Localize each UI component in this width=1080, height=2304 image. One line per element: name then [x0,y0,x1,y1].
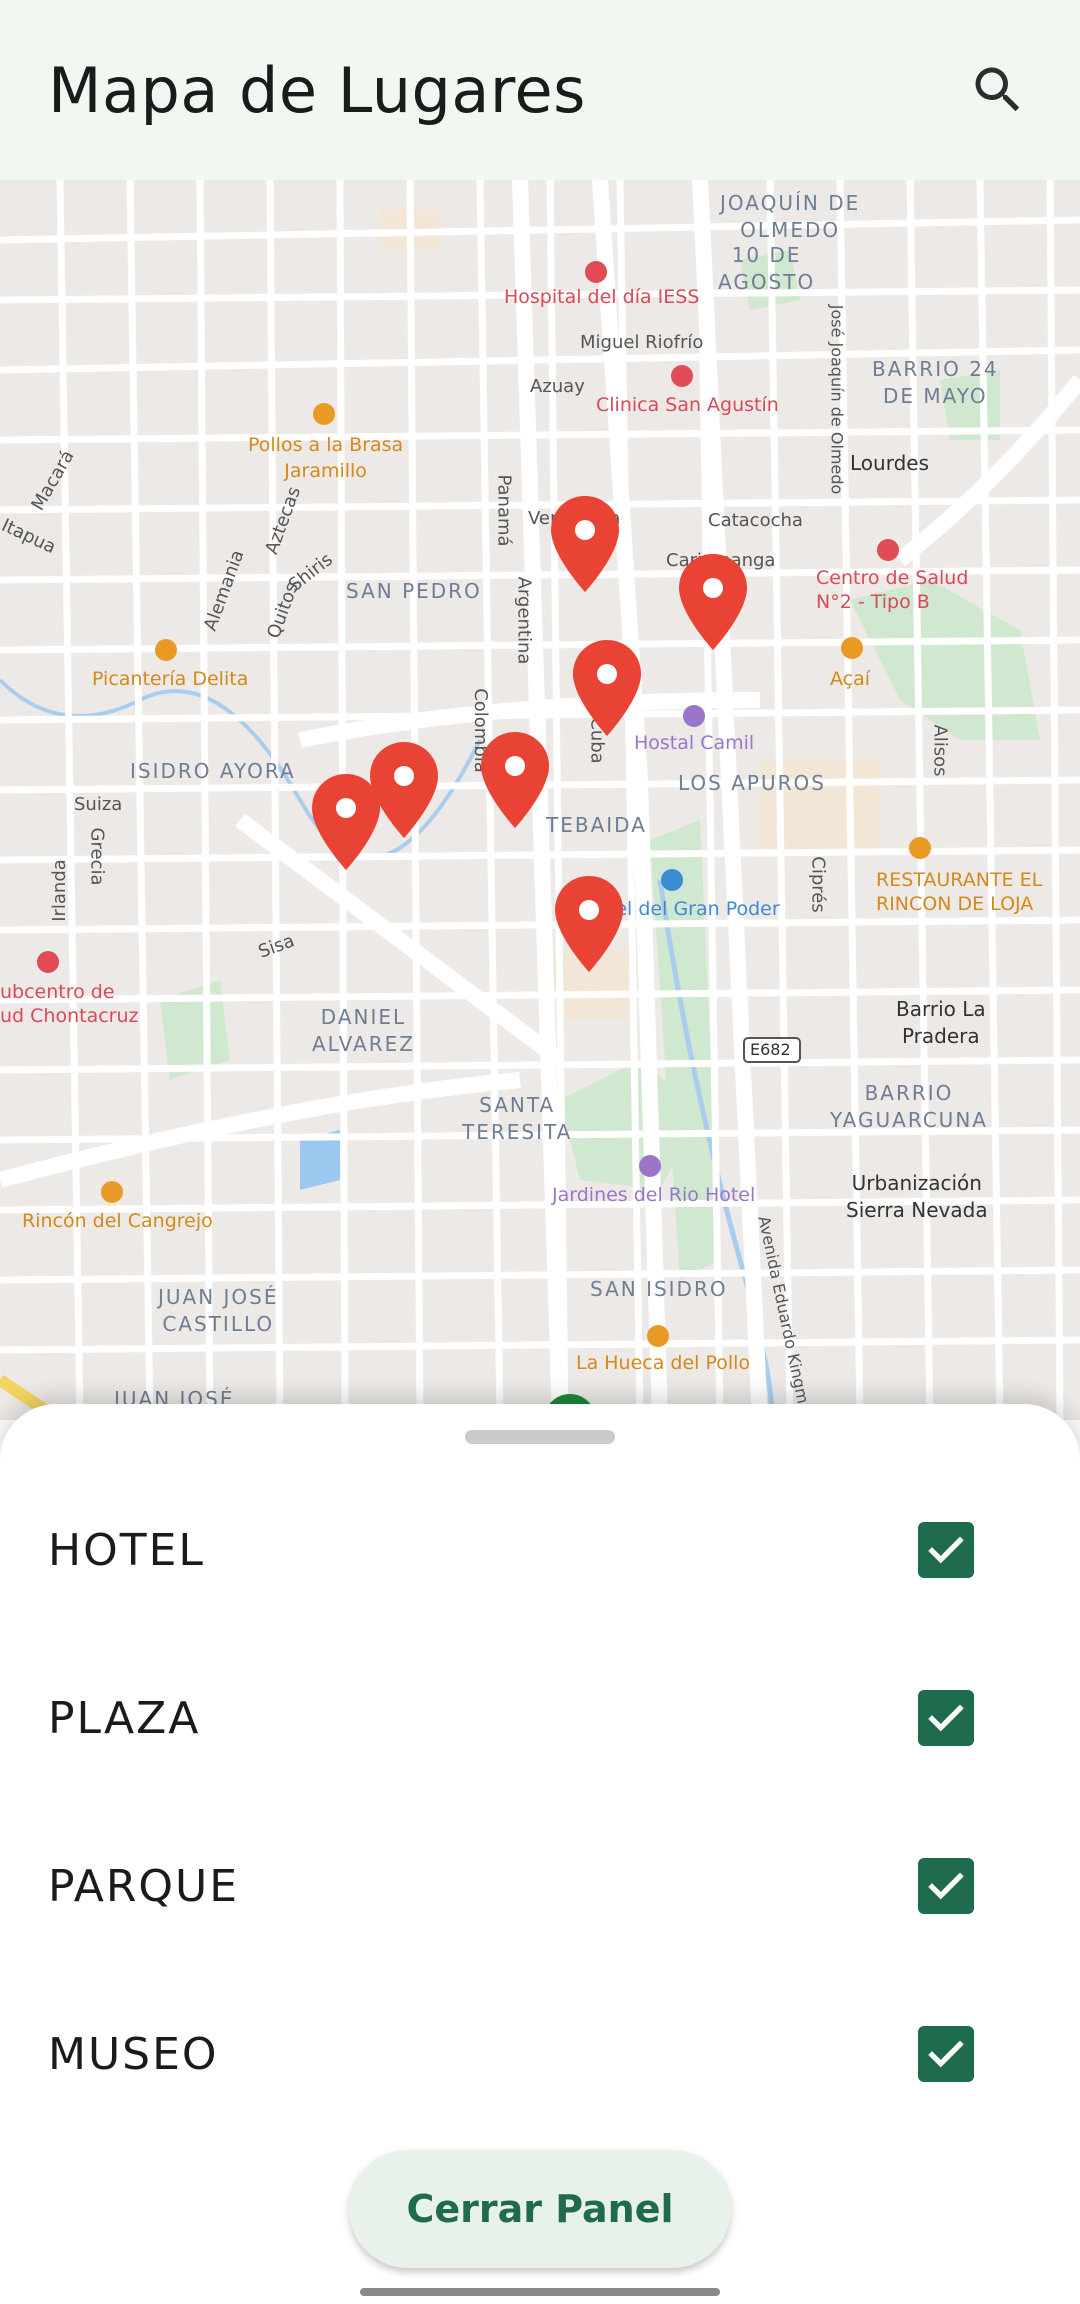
check-icon [928,1704,964,1732]
place-label: La Hueca del Pollo [576,1352,751,1374]
street-label: Argentina [513,576,535,665]
filter-label: PARQUE [48,1860,240,1912]
filter-label: HOTEL [48,1524,205,1576]
check-icon [928,1536,964,1564]
place-label: Hostal Camil [634,732,755,754]
place-label: Catacocha [708,510,803,531]
place-label: Azuay [530,376,585,397]
hotel-checkbox[interactable] [918,1522,974,1578]
map-marker[interactable] [479,730,551,830]
plaza-checkbox[interactable] [918,1690,974,1746]
street-label: José Joaquín de Olmedo [827,304,847,495]
street-label: Ciprés [807,856,829,913]
area-label: SANTA TERESITA [462,1093,573,1144]
museo-checkbox[interactable] [918,2026,974,2082]
area-label: DANIEL ALVAREZ [312,1005,415,1056]
area-label: TEBAIDA [546,813,647,837]
place-label: Picantería Delita [92,668,249,690]
place-label: RESTAURANTE EL RINCON DE LOJA [876,869,1043,915]
place-label: Jardines del Rio Hotel [552,1184,756,1206]
place-label: Centro de Salud N°2 - Tipo B [816,567,969,613]
street-label: Panamá [493,474,515,547]
street-label: Suiza [74,794,123,815]
street-label: Alisos [929,724,951,777]
search-button[interactable] [956,48,1040,132]
area-label: SAN ISIDRO [590,1277,728,1301]
area-label: ISIDRO AYORA [130,759,296,783]
area-label: 10 DE AGOSTO [718,243,816,294]
sheet-drag-handle[interactable] [465,1430,615,1444]
place-label: Rincón del Cangrejo [22,1210,213,1232]
place-label: ubcentro de ud Chontacruz [0,981,139,1027]
page-title: Mapa de Lugares [48,53,586,127]
app-bar: Mapa de Lugares [0,0,1080,180]
area-label: JUAN JOSÉ CASTILLO [158,1285,279,1336]
map-marker[interactable] [571,638,643,738]
filter-row-parque[interactable]: PARQUE [0,1826,1080,1946]
map-view[interactable]: JOAQUÍN DE OLMEDO 10 DE AGOSTO BARRIO 24 DE… [0,180,1080,1420]
area-label: BARRIO 24 DE MAYO [872,357,999,408]
filter-row-plaza[interactable]: PLAZA [0,1658,1080,1778]
area-label: BARRIO YAGUARCUNA [830,1081,988,1132]
map-marker[interactable] [549,494,621,594]
map-marker[interactable] [310,772,382,872]
search-icon [975,67,1020,112]
filter-label: PLAZA [48,1692,201,1744]
place-label: Hospital del día IESS [504,286,700,308]
parque-checkbox[interactable] [918,1858,974,1914]
place-label: Lourdes [850,451,929,475]
place-label: Barrio La Pradera [896,997,986,1048]
street-label: Irlanda [48,859,70,922]
check-icon [928,2040,964,2068]
place-label: Miguel Riofrío [580,332,704,353]
place-label: Urbanización Sierra Nevada [846,1171,988,1222]
filter-bottom-sheet: HOTEL PLAZA PARQUE MUSEO Cerrar Panel [0,1404,1080,2304]
place-label: Açaí [830,668,871,690]
area-label: JOAQUÍN DE OLMEDO [720,191,861,242]
place-label: Pollos a la Brasa Jaramillo [248,434,404,482]
filter-row-hotel[interactable]: HOTEL [0,1490,1080,1610]
filter-row-museo[interactable]: MUSEO [0,1994,1080,2114]
gesture-nav-bar[interactable] [360,2288,720,2296]
map-marker[interactable] [553,874,625,974]
area-label: LOS APUROS [678,771,826,795]
close-panel-button[interactable]: Cerrar Panel [349,2150,731,2268]
street-label: Grecia [86,827,108,886]
road-shield-label: E682 [750,1040,791,1059]
area-label: SAN PEDRO [346,579,482,603]
place-label: Clinica San Agustín [596,394,779,416]
map-marker[interactable] [677,552,749,652]
filter-label: MUSEO [48,2028,219,2080]
check-icon [928,1872,964,1900]
